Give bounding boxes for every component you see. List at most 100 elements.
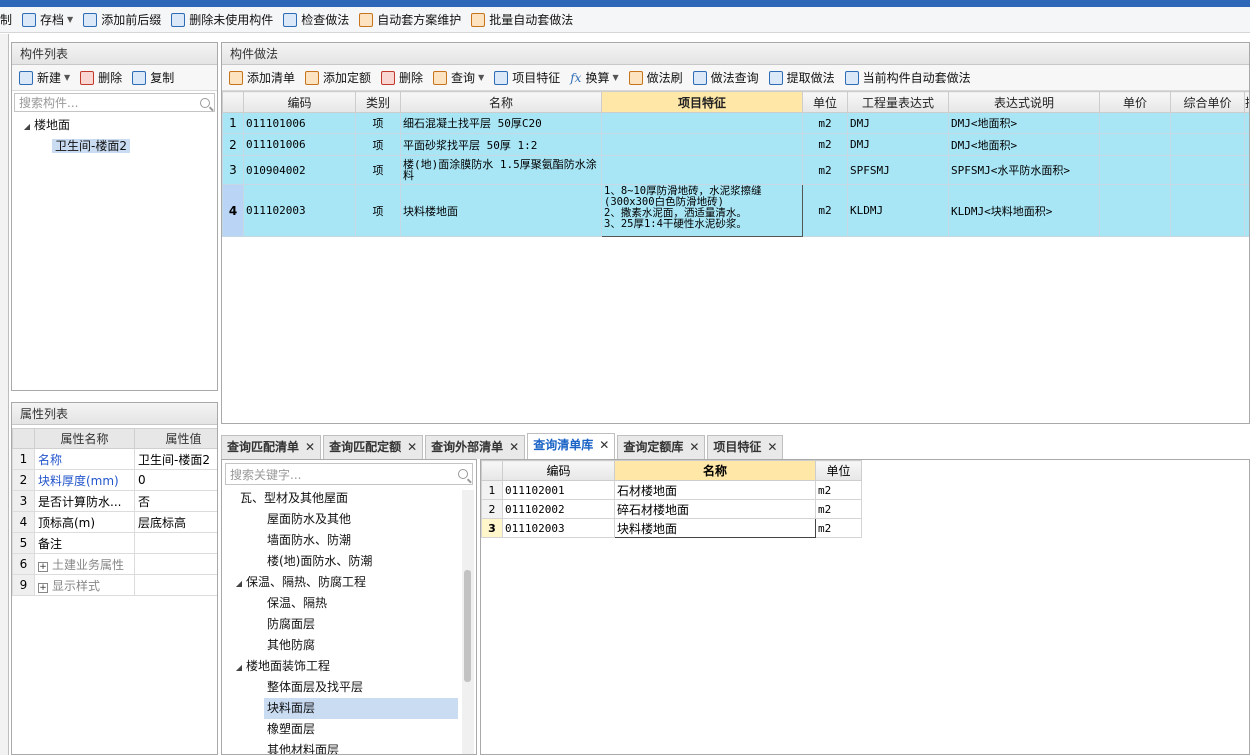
library-node[interactable]: 屋面防水及其他 — [222, 509, 476, 530]
component-list-panel: 构件列表 新建 ▼ 删除 复制 搜索构件... ◢ 楼地面 卫生间-楼面2 — [11, 42, 218, 391]
header-price[interactable]: 单价 — [1099, 91, 1171, 113]
query-button[interactable]: 查询 ▼ — [428, 67, 489, 89]
attr-header-name: 属性名称 — [34, 428, 135, 449]
method-query-button[interactable]: 做法查询 — [688, 67, 764, 89]
method-row-selected[interactable]: 4 011102003 项 块料楼地面 1、8~10厚防滑地砖，水泥浆擦缝(30… — [222, 184, 1249, 237]
attr-row-name[interactable]: 1 名称 卫生间-楼面2 — [12, 448, 217, 470]
archive-button[interactable]: 存档 ▼ — [17, 9, 78, 31]
method-grid: 编码 类别 名称 项目特征 单位 工程量表达式 表达式说明 单价 综合单价 措 … — [222, 91, 1249, 237]
tab-quota-library[interactable]: 查询定额库 ✕ — [617, 435, 706, 459]
library-node[interactable]: 其他防腐 — [222, 635, 476, 656]
library-tree-panel: 搜索关键字... 瓦、型材及其他屋面 屋面防水及其他 墙面防水、防潮 楼(地)面… — [221, 459, 477, 755]
tab-match-quota[interactable]: 查询匹配定额 ✕ — [323, 435, 424, 459]
batch-auto-button[interactable]: 批量自动套做法 — [466, 9, 578, 31]
library-node[interactable]: 瓦、型材及其他屋面 — [222, 488, 476, 509]
header-desc[interactable]: 表达式说明 — [948, 91, 1100, 113]
library-node[interactable]: ◢ 保温、隔热、防腐工程 — [222, 572, 476, 593]
attr-row-civil-group[interactable]: 6 + 土建业务属性 — [12, 553, 217, 575]
auto-apply-current-button[interactable]: 当前构件自动套做法 — [840, 67, 976, 89]
header-feature[interactable]: 项目特征 — [601, 91, 803, 113]
close-icon[interactable]: ✕ — [509, 440, 519, 454]
delete-button[interactable]: 删除 — [75, 67, 127, 89]
delete-icon — [80, 70, 95, 85]
header-unit[interactable]: 单位 — [802, 91, 848, 113]
extract-method-button[interactable]: 提取做法 — [764, 67, 840, 89]
toolbar-item-zhi[interactable]: 制 — [0, 9, 17, 31]
close-icon[interactable]: ✕ — [599, 438, 609, 452]
tree-node-bathroom-floor2[interactable]: 卫生间-楼面2 — [20, 136, 217, 157]
header-code[interactable]: 编码 — [243, 91, 356, 113]
attr-value-name[interactable]: 卫生间-楼面2 — [134, 448, 217, 470]
tree-node-floor[interactable]: ◢ 楼地面 — [20, 115, 217, 136]
item-feature-button[interactable]: 项目特征 — [489, 67, 565, 89]
tab-external-list[interactable]: 查询外部清单 ✕ — [425, 435, 526, 459]
method-brush-button[interactable]: 做法刷 — [624, 67, 688, 89]
add-quota-button[interactable]: 添加定额 — [300, 67, 376, 89]
add-list-icon — [229, 70, 243, 85]
close-icon[interactable]: ✕ — [407, 440, 417, 454]
collapse-arrow-icon[interactable]: ◢ — [232, 573, 246, 594]
library-node[interactable]: 保温、隔热 — [222, 593, 476, 614]
attr-value-thickness[interactable]: 0 — [134, 469, 217, 491]
tab-item-feature[interactable]: 项目特征 ✕ — [707, 435, 784, 459]
check-method-button[interactable]: 检查做法 — [278, 9, 354, 31]
method-row[interactable]: 3 010904002 项 楼(地)面涂膜防水 1.5厚聚氨酯防水涂料 m2 S… — [222, 155, 1249, 185]
tab-match-list[interactable]: 查询匹配清单 ✕ — [221, 435, 322, 459]
library-node[interactable]: 整体面层及找平层 — [222, 677, 476, 698]
library-search-input[interactable]: 搜索关键字... — [225, 463, 473, 485]
library-row[interactable]: 2 011102002 碎石材楼地面 m2 — [481, 499, 862, 519]
library-row[interactable]: 1 011102001 石材楼地面 m2 — [481, 480, 862, 500]
library-row-selected[interactable]: 3 011102003 块料楼地面 m2 — [481, 518, 862, 538]
attr-value-remark[interactable] — [134, 532, 217, 554]
library-name-cell-focused[interactable]: 块料楼地面 — [614, 518, 816, 538]
convert-button[interactable]: fx 换算 ▼ — [565, 67, 623, 89]
library-node[interactable]: 其他材料面层 — [222, 740, 476, 754]
header-total[interactable]: 综合单价 — [1170, 91, 1245, 113]
method-row[interactable]: 2 011101006 项 平面砂浆找平层 50厚 1:2 m2 DMJ DMJ… — [222, 133, 1249, 156]
close-icon[interactable]: ✕ — [767, 440, 777, 454]
attr-row-remark[interactable]: 5 备注 — [12, 532, 217, 554]
expand-plus-icon[interactable]: + — [38, 582, 48, 593]
lib-header-code[interactable]: 编码 — [502, 460, 615, 481]
header-type[interactable]: 类别 — [355, 91, 401, 113]
expand-plus-icon[interactable]: + — [38, 561, 48, 572]
library-tree-scrollbar[interactable] — [462, 490, 474, 754]
header-measure[interactable]: 措 — [1244, 91, 1249, 113]
attr-row-thickness[interactable]: 2 块料厚度(mm) 0 — [12, 469, 217, 491]
close-icon[interactable]: ✕ — [305, 440, 315, 454]
tab-list-library[interactable]: 查询清单库 ✕ — [527, 433, 616, 459]
header-expr[interactable]: 工程量表达式 — [847, 91, 949, 113]
header-name[interactable]: 名称 — [400, 91, 602, 113]
library-node[interactable]: 楼(地)面防水、防潮 — [222, 551, 476, 572]
auto-scheme-button[interactable]: 自动套方案维护 — [354, 9, 466, 31]
library-node[interactable]: 橡塑面层 — [222, 719, 476, 740]
delete-unused-button[interactable]: 删除未使用构件 — [166, 9, 278, 31]
delete-method-button[interactable]: 删除 — [376, 67, 428, 89]
method-row[interactable]: 1 011101006 项 细石混凝土找平层 50厚C20 m2 DMJ DMJ… — [222, 112, 1249, 134]
add-prefix-suffix-button[interactable]: 添加前后缀 — [78, 9, 166, 31]
chevron-down-icon: ▼ — [64, 73, 71, 82]
library-node[interactable]: 墙面防水、防潮 — [222, 530, 476, 551]
collapse-arrow-icon[interactable]: ◢ — [232, 657, 246, 678]
library-node-selected[interactable]: 块料面层 — [222, 698, 476, 719]
close-icon[interactable]: ✕ — [689, 440, 699, 454]
attr-value-waterproof[interactable]: 否 — [134, 490, 217, 512]
attribute-list-panel: 属性列表 属性名称 属性值 1 名称 卫生间-楼面2 2 块料厚度(mm) 0 3 是否计… — [11, 402, 218, 755]
attr-row-waterproof[interactable]: 3 是否计算防水... 否 — [12, 490, 217, 512]
library-node[interactable]: ◢ 楼地面装饰工程 — [222, 656, 476, 677]
copy-button[interactable]: 复制 — [127, 67, 179, 89]
add-list-button[interactable]: 添加清单 — [224, 67, 300, 89]
feature-cell-editing[interactable]: 1、8~10厚防滑地砖，水泥浆擦缝(300x300白色防滑地砖) 2、撒素水泥面… — [601, 184, 803, 237]
collapse-arrow-icon[interactable]: ◢ — [20, 116, 34, 137]
lib-header-name[interactable]: 名称 — [614, 460, 816, 481]
scrollbar-thumb[interactable] — [464, 570, 471, 682]
component-search-input[interactable]: 搜索构件... — [14, 93, 215, 112]
new-button[interactable]: 新建 ▼ — [14, 67, 75, 89]
lib-header-unit[interactable]: 单位 — [815, 460, 862, 481]
search-icon[interactable] — [200, 97, 210, 108]
attr-row-display-group[interactable]: 9 + 显示样式 — [12, 574, 217, 596]
library-node[interactable]: 防腐面层 — [222, 614, 476, 635]
attr-value-top-elevation[interactable]: 层底标高 — [134, 511, 217, 533]
attr-row-top-elevation[interactable]: 4 顶标高(m) 层底标高 — [12, 511, 217, 533]
search-icon[interactable] — [458, 469, 468, 479]
